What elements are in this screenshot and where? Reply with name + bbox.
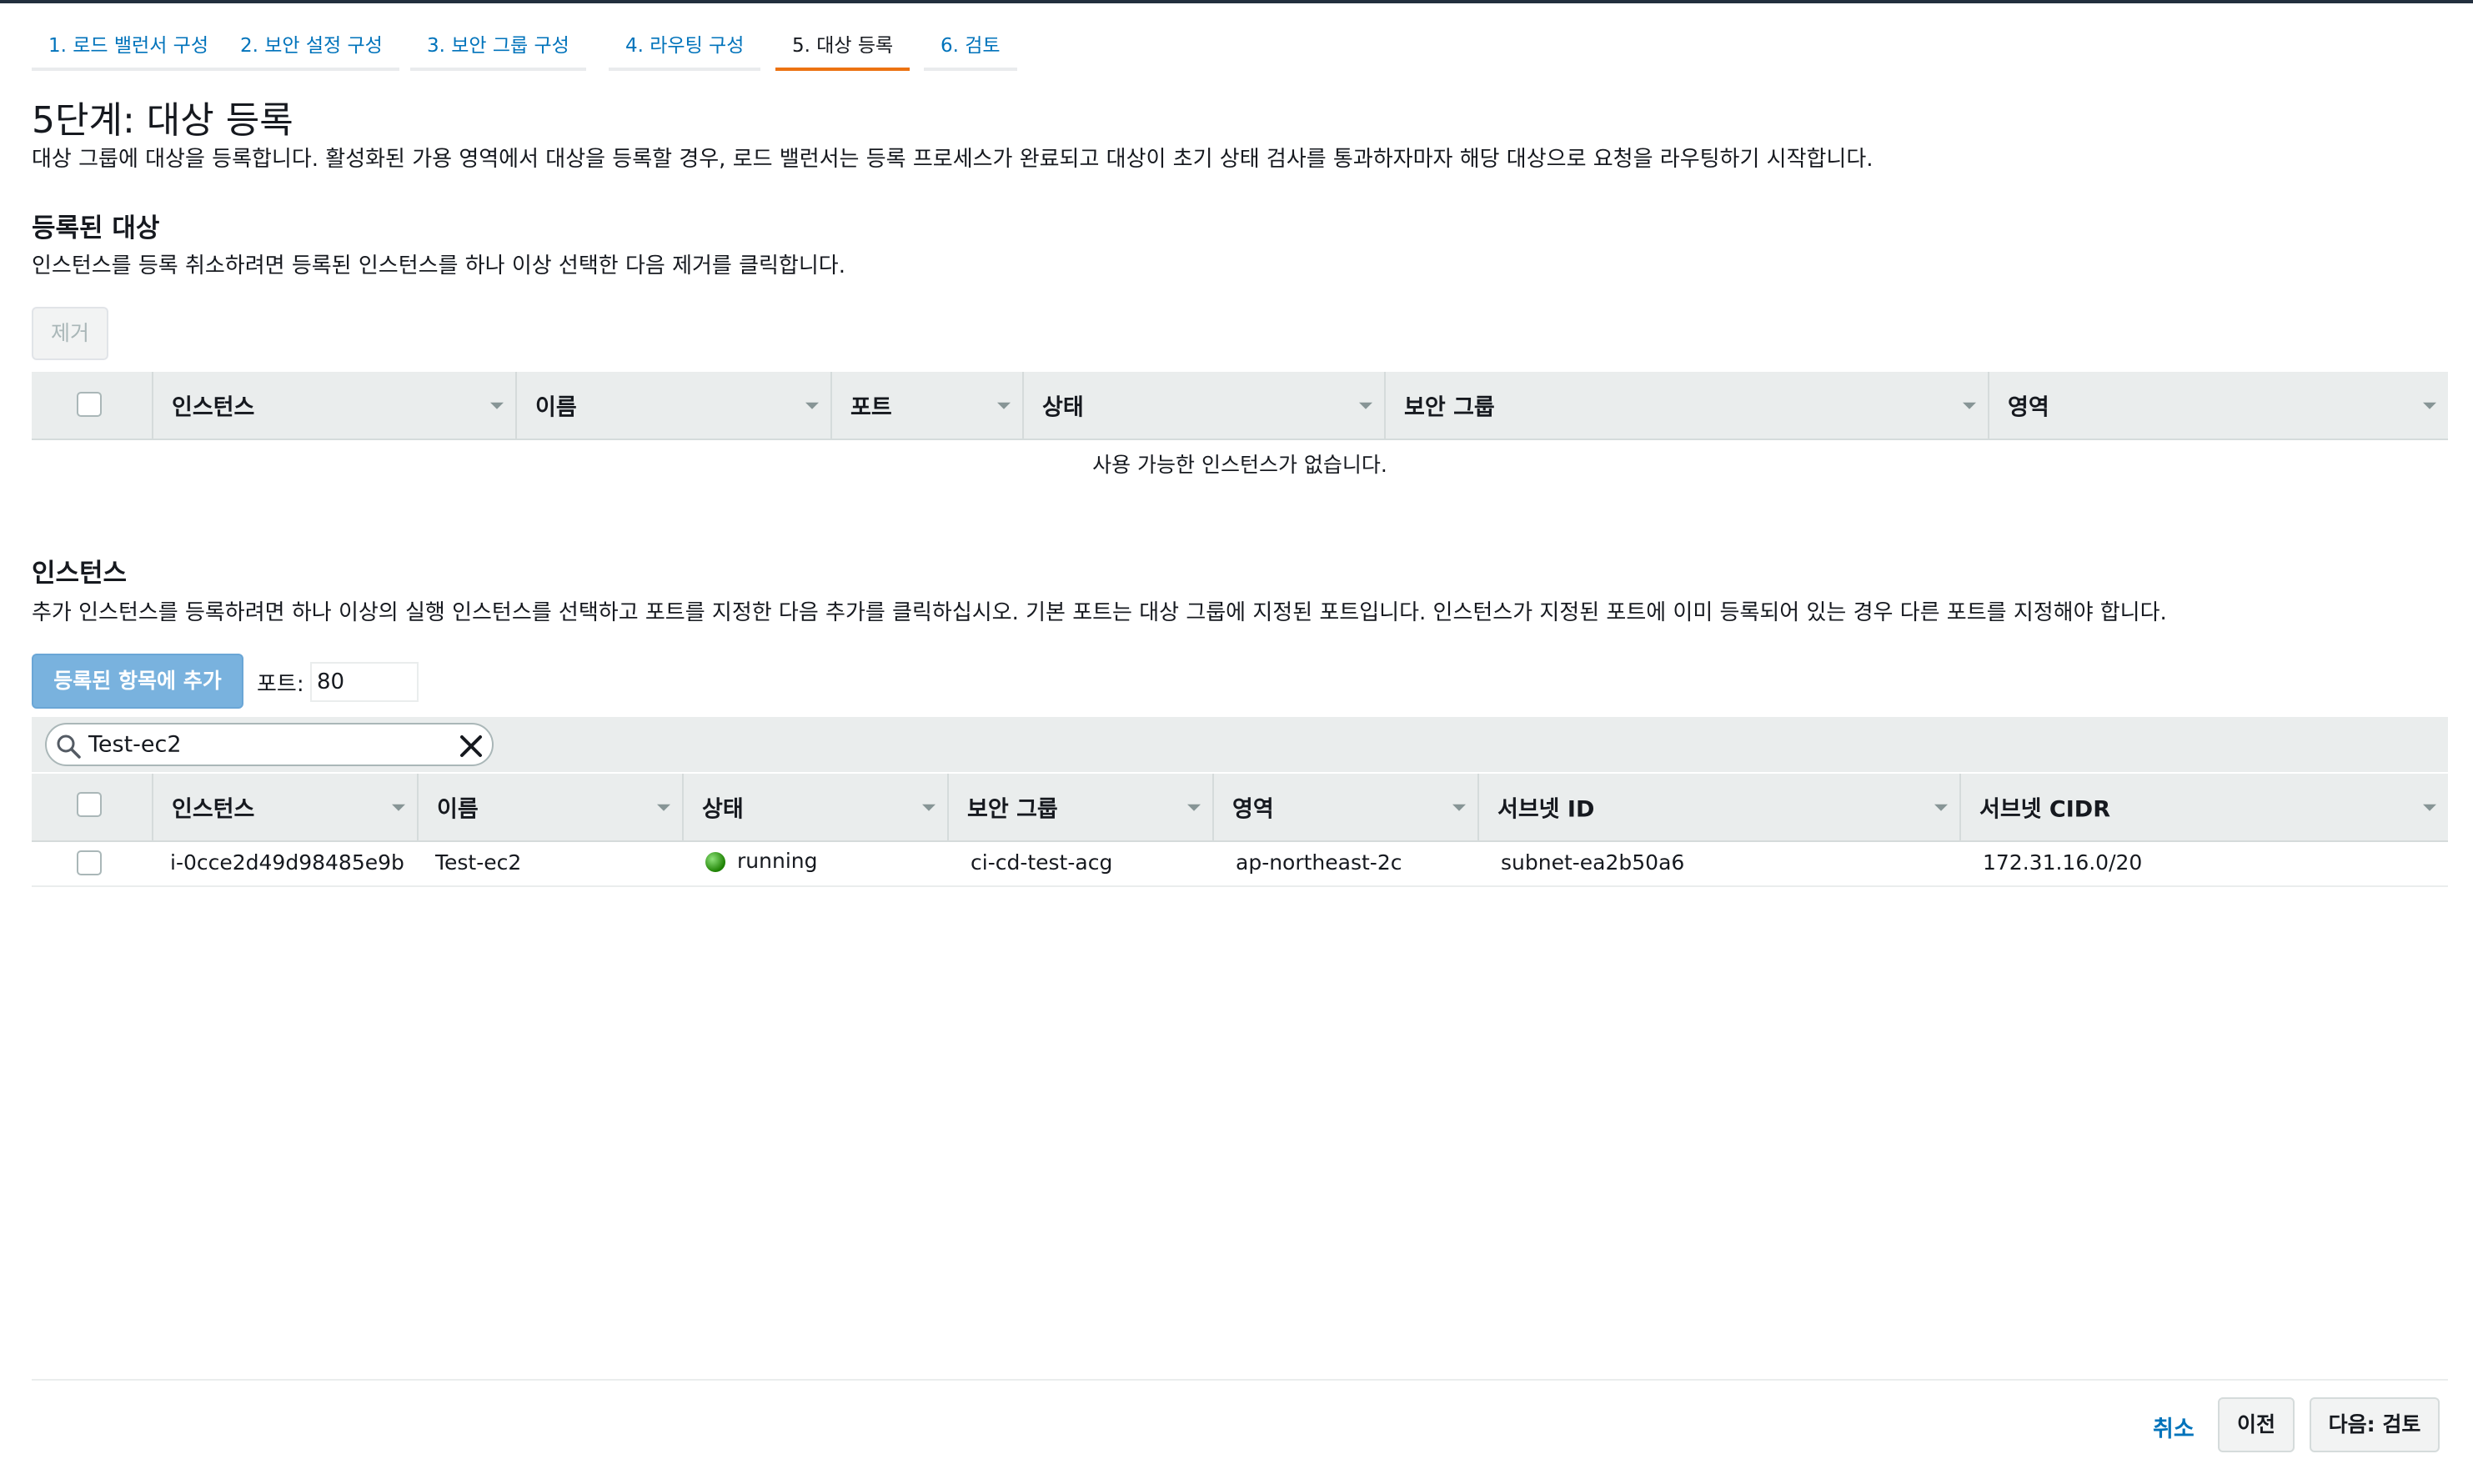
tab-step-3[interactable]: 3. 보안 그룹 구성	[410, 23, 586, 71]
page-description: 대상 그룹에 대상을 등록합니다. 활성화된 가용 영역에서 대상을 등록할 경…	[32, 147, 1874, 172]
instances-table: 인스턴스 이름 상태 보안 그룹 영역 서브넷 ID 서브넷 CIDR i-0c…	[32, 774, 2448, 890]
instances-description: 추가 인스턴스를 등록하려면 하나 이상의 실행 인스턴스를 선택하고 포트를 …	[32, 600, 2167, 625]
page-title: 5단계: 대상 등록	[32, 99, 293, 142]
table-header: 인스턴스 이름 포트 상태 보안 그룹 영역	[32, 372, 2448, 440]
column-zone[interactable]: 영역	[1212, 774, 1477, 840]
caret-down-icon	[922, 804, 936, 811]
cancel-link[interactable]: 취소	[2153, 1411, 2195, 1443]
add-to-registered-button[interactable]: 등록된 항목에 추가	[32, 654, 243, 709]
column-zone[interactable]: 영역	[1988, 372, 2448, 439]
table-header: 인스턴스 이름 상태 보안 그룹 영역 서브넷 ID 서브넷 CIDR	[32, 774, 2448, 842]
previous-button[interactable]: 이전	[2218, 1397, 2295, 1452]
column-name[interactable]: 이름	[417, 774, 682, 840]
tab-step-6[interactable]: 6. 검토	[924, 23, 1017, 71]
search-input[interactable]: Test-ec2	[45, 723, 494, 766]
instances-title: 인스턴스	[32, 559, 128, 589]
cell-name: Test-ec2	[435, 850, 522, 875]
select-all-column	[32, 372, 152, 439]
column-port[interactable]: 포트	[830, 372, 1022, 439]
row-divider	[32, 885, 2448, 887]
column-instance[interactable]: 인스턴스	[152, 774, 417, 840]
top-border	[0, 0, 2473, 3]
caret-down-icon	[1452, 804, 1466, 811]
remove-button[interactable]: 제거	[32, 307, 108, 360]
column-name[interactable]: 이름	[515, 372, 830, 439]
search-icon	[57, 734, 81, 759]
state-text: running	[737, 849, 818, 873]
registered-targets-description: 인스턴스를 등록 취소하려면 등록된 인스턴스를 하나 이상 선택한 다음 제거…	[32, 253, 845, 278]
caret-down-icon	[805, 402, 819, 409]
cell-state: running	[705, 849, 817, 873]
cell-subnet-id: subnet-ea2b50a6	[1501, 850, 1685, 875]
registered-targets-title: 등록된 대상	[32, 213, 160, 243]
column-subnet-id[interactable]: 서브넷 ID	[1477, 774, 1959, 840]
select-all-column	[32, 774, 152, 840]
caret-down-icon	[2423, 804, 2436, 811]
caret-down-icon	[1934, 804, 1948, 811]
empty-message: 사용 가능한 인스턴스가 없습니다.	[1092, 453, 1387, 477]
cell-instance-id: i-0cce2d49d98485e9b	[170, 850, 404, 875]
caret-down-icon	[2423, 402, 2436, 409]
column-status[interactable]: 상태	[682, 774, 947, 840]
column-status[interactable]: 상태	[1022, 372, 1384, 439]
row-checkbox[interactable]	[77, 850, 102, 875]
registered-targets-table: 인스턴스 이름 포트 상태 보안 그룹 영역 사용 가능한 인스턴스가 없습니다…	[32, 372, 2448, 489]
column-security-group[interactable]: 보안 그룹	[1384, 372, 1988, 439]
column-instance[interactable]: 인스턴스	[152, 372, 515, 439]
search-text: Test-ec2	[88, 731, 182, 758]
tab-step-5[interactable]: 5. 대상 등록	[775, 23, 910, 71]
cell-zone: ap-northeast-2c	[1236, 850, 1402, 875]
tab-step-2[interactable]: 2. 보안 설정 구성	[223, 23, 399, 71]
caret-down-icon	[490, 402, 504, 409]
caret-down-icon	[657, 804, 670, 811]
filter-bar: Test-ec2	[32, 717, 2448, 772]
status-running-icon	[705, 852, 725, 872]
next-review-button[interactable]: 다음: 검토	[2310, 1397, 2440, 1452]
select-all-checkbox[interactable]	[77, 392, 102, 417]
select-all-checkbox[interactable]	[77, 792, 102, 817]
column-security-group[interactable]: 보안 그룹	[947, 774, 1212, 840]
caret-down-icon	[392, 804, 405, 811]
column-subnet-cidr[interactable]: 서브넷 CIDR	[1959, 774, 2448, 840]
close-icon[interactable]	[459, 734, 484, 759]
caret-down-icon	[1187, 804, 1201, 811]
port-label: 포트:	[257, 672, 304, 697]
cell-security-group: ci-cd-test-acg	[971, 850, 1113, 875]
cell-subnet-cidr: 172.31.16.0/20	[1983, 850, 2143, 875]
footer-divider	[32, 1379, 2448, 1381]
caret-down-icon	[1359, 402, 1372, 409]
caret-down-icon	[1963, 402, 1976, 409]
caret-down-icon	[997, 402, 1011, 409]
tab-step-4[interactable]: 4. 라우팅 구성	[609, 23, 761, 71]
tab-step-1[interactable]: 1. 로드 밸런서 구성	[32, 23, 225, 71]
port-input[interactable]	[310, 662, 419, 702]
